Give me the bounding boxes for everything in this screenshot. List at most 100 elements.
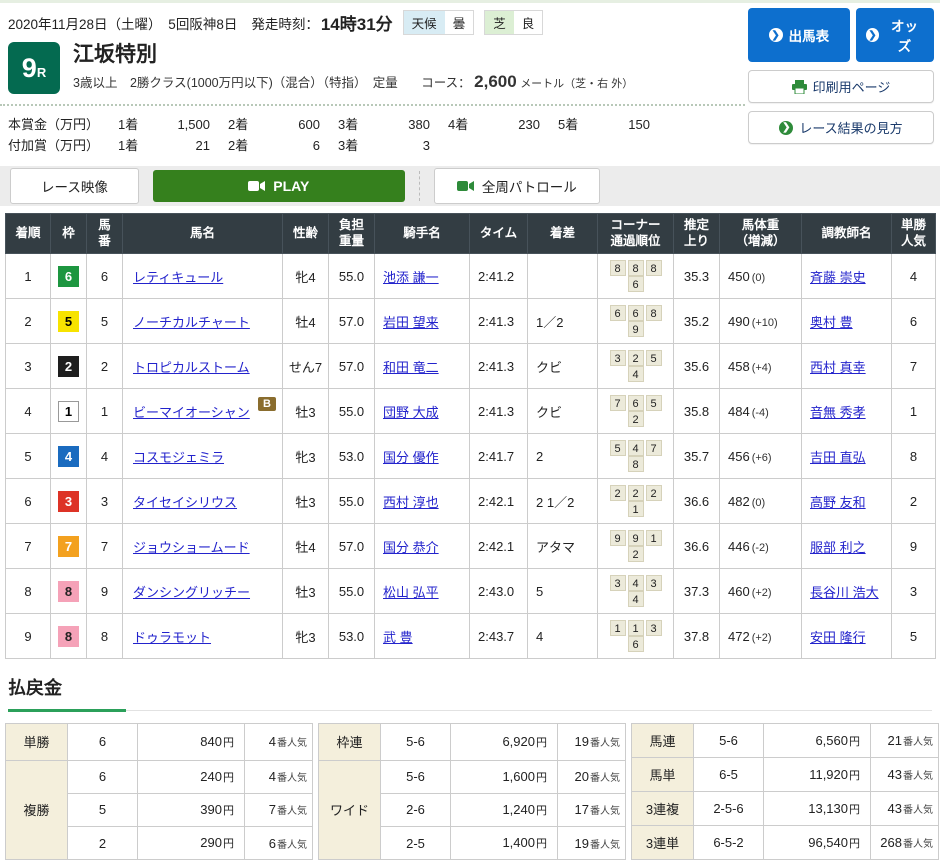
start-time-label: 発走時刻： <box>251 13 319 33</box>
jockey-link[interactable]: 池添 謙一 <box>383 270 439 285</box>
horse-name-link[interactable]: ビーマイオーシャン <box>133 405 250 420</box>
col-trainer: 調教師名 <box>802 214 892 254</box>
payout-row: ワイド 5-6 1,600円 20番人気 <box>319 760 626 793</box>
finish-position: 4 <box>6 389 51 434</box>
trainer-link[interactable]: 服部 利之 <box>810 540 866 555</box>
payout-row: 単勝 6 840円 4番人気 <box>6 724 313 760</box>
jockey-link[interactable]: 和田 竜二 <box>383 360 439 375</box>
col-last3f: 推定 上り <box>674 214 720 254</box>
print-page-button[interactable]: 印刷用ページ <box>748 70 934 103</box>
bet-amount: 290円 <box>138 827 245 860</box>
load-weight: 55.0 <box>329 479 375 524</box>
patrol-video-button[interactable]: 全周パトロール <box>434 168 600 204</box>
horse-name-link[interactable]: ジョウショームード <box>133 540 250 555</box>
payout-row: 馬連 5-6 6,560円 21番人気 <box>632 724 939 758</box>
trainer-link[interactable]: 高野 友和 <box>810 495 866 510</box>
turf-condition-value: 良 <box>514 11 543 34</box>
horse-name-link[interactable]: コスモジェミラ <box>133 450 224 465</box>
horse-weight: 490(+10) <box>720 299 802 344</box>
arrow-circle-icon: ❯ <box>866 28 879 42</box>
popularity: 1 <box>892 389 936 434</box>
race-video-button[interactable]: レース映像 <box>10 168 139 204</box>
trainer-link[interactable]: 斉藤 崇史 <box>810 270 866 285</box>
corner-positions: 3434 <box>598 569 674 614</box>
jockey-link[interactable]: 岩田 望来 <box>383 315 439 330</box>
horse-number: 6 <box>87 254 123 299</box>
sex-age: 牡4 <box>283 299 329 344</box>
video-camera-icon <box>248 180 265 192</box>
odds-button[interactable]: ❯ オッズ <box>856 8 934 62</box>
prize-place: 3着 <box>338 114 372 135</box>
payout-row: 枠連 5-6 6,920円 19番人気 <box>319 724 626 760</box>
col-horse-weight: 馬体重 （増減） <box>720 214 802 254</box>
printer-icon <box>792 80 807 94</box>
turf-condition-box: 芝 良 <box>484 10 543 35</box>
how-to-read-button[interactable]: ❯ レース結果の見方 <box>748 111 934 144</box>
corner-positions: 2221 <box>598 479 674 524</box>
horse-name-link[interactable]: ダンシングリッチー <box>133 585 250 600</box>
load-weight: 57.0 <box>329 344 375 389</box>
table-row: 6 3 3 タイセイシリウス 牡3 55.0 西村 淳也 2:42.1 2 1／… <box>6 479 936 524</box>
bet-type-label: 単勝 <box>6 724 68 760</box>
arrow-circle-icon: ❯ <box>779 121 793 135</box>
margin: クビ <box>528 344 598 389</box>
prize-place: 3着 <box>338 135 372 156</box>
last3f: 37.3 <box>674 569 720 614</box>
shutsuba-button[interactable]: ❯ 出馬表 <box>748 8 850 62</box>
bet-type-label: 馬連 <box>632 724 694 758</box>
bet-combo: 5 <box>68 793 138 826</box>
play-button[interactable]: PLAY <box>153 170 405 202</box>
finish-position: 5 <box>6 434 51 479</box>
margin: 1／2 <box>528 299 598 344</box>
trainer-link[interactable]: 安田 隆行 <box>810 630 866 645</box>
sex-age: 牝3 <box>283 614 329 659</box>
horse-name-link[interactable]: レティキュール <box>133 270 223 285</box>
race-number: 9 <box>22 53 37 84</box>
weather-label: 天候 <box>404 11 445 34</box>
waku-badge: 8 <box>58 581 79 602</box>
trainer-link[interactable]: 長谷川 浩大 <box>810 585 879 600</box>
jockey-link[interactable]: 国分 恭介 <box>383 540 439 555</box>
jockey-link[interactable]: 国分 優作 <box>383 450 439 465</box>
horse-name-link[interactable]: ドゥラモット <box>133 630 211 645</box>
horse-name-link[interactable]: ノーチカルチャート <box>133 315 250 330</box>
sex-age: 牡3 <box>283 479 329 524</box>
horse-number: 5 <box>87 299 123 344</box>
load-weight: 53.0 <box>329 434 375 479</box>
margin: 5 <box>528 569 598 614</box>
bet-type-label: 複勝 <box>6 760 68 860</box>
col-margin: 着差 <box>528 214 598 254</box>
title-rule <box>8 708 932 711</box>
jockey-link[interactable]: 松山 弘平 <box>383 585 439 600</box>
prize-value: 600 <box>262 114 320 135</box>
finish-position: 9 <box>6 614 51 659</box>
jockey-link[interactable]: 西村 淳也 <box>383 495 439 510</box>
popularity: 6 <box>892 299 936 344</box>
horse-name-link[interactable]: トロピカルストーム <box>133 360 250 375</box>
bet-combo: 6-5-2 <box>694 826 764 860</box>
popularity: 7 <box>892 344 936 389</box>
col-waku: 枠 <box>51 214 87 254</box>
jockey-link[interactable]: 武 豊 <box>383 630 413 645</box>
bet-popularity: 20番人気 <box>558 760 626 793</box>
popularity: 5 <box>892 614 936 659</box>
trainer-link[interactable]: 奥村 豊 <box>810 315 853 330</box>
bet-amount: 840円 <box>138 724 245 760</box>
trainer-link[interactable]: 吉田 直弘 <box>810 450 866 465</box>
trainer-link[interactable]: 西村 真幸 <box>810 360 866 375</box>
sex-age: 牡3 <box>283 569 329 614</box>
bet-combo: 2-6 <box>381 793 451 826</box>
bet-amount: 11,920円 <box>764 758 871 792</box>
corner-positions: 7652 <box>598 389 674 434</box>
jockey-link[interactable]: 団野 大成 <box>383 405 439 420</box>
trainer-link[interactable]: 音無 秀孝 <box>810 405 866 420</box>
blue-buttons-row: ❯ 出馬表 ❯ オッズ <box>748 8 934 62</box>
bet-combo: 6 <box>68 724 138 760</box>
horse-name-link[interactable]: タイセイシリウス <box>133 495 237 510</box>
bet-amount: 6,560円 <box>764 724 871 758</box>
bet-amount: 96,540円 <box>764 826 871 860</box>
bet-combo: 5-6 <box>381 724 451 760</box>
time: 2:42.1 <box>470 479 528 524</box>
race-conditions: 3歳以上 2勝クラス(1000万円以下)（混合）（特指） 定量 コース： 2,6… <box>73 72 633 92</box>
finish-position: 6 <box>6 479 51 524</box>
